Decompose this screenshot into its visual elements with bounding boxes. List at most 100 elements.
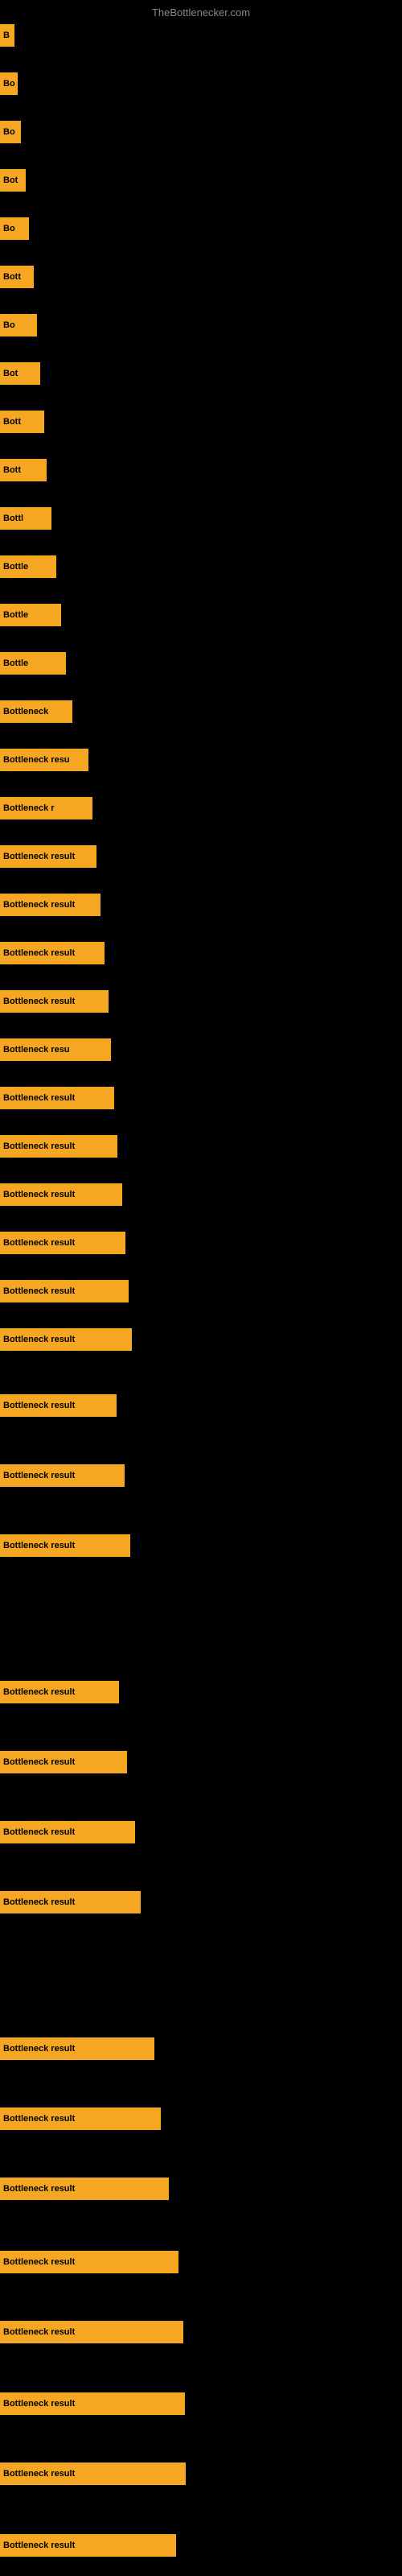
bar-item: Bo xyxy=(0,217,29,240)
bar-label: Bottleneck resu xyxy=(3,755,70,765)
bar-label: Bottle xyxy=(3,610,28,620)
bar-item: Bottleneck result xyxy=(0,1464,125,1487)
bar-item: Bottle xyxy=(0,555,56,578)
bar-label: Bo xyxy=(3,127,15,137)
bar-label: Bottleneck result xyxy=(3,2257,75,2267)
bar-label: Bo xyxy=(3,79,15,89)
bottleneck-bar[interactable]: Bottle xyxy=(0,604,61,626)
bar-item: Bott xyxy=(0,266,34,288)
bottleneck-bar[interactable]: Bottleneck result xyxy=(0,1681,119,1703)
bar-label: Bott xyxy=(3,417,21,427)
bar-item: Bottleneck resu xyxy=(0,749,88,771)
bottleneck-bar[interactable]: Bottleneck result xyxy=(0,1891,141,1913)
bar-label: Bottleneck result xyxy=(3,1190,75,1199)
bottleneck-bar[interactable]: Bottleneck result xyxy=(0,1087,114,1109)
bar-label: B xyxy=(3,31,10,40)
bottleneck-bar[interactable]: B xyxy=(0,24,14,47)
bar-item: Bottleneck r xyxy=(0,797,92,819)
bottleneck-bar[interactable]: Bottleneck result xyxy=(0,1751,127,1773)
bar-label: Bot xyxy=(3,175,18,185)
bar-item: Bottleneck resu xyxy=(0,1038,111,1061)
bar-label: Bottleneck result xyxy=(3,1093,75,1103)
bar-label: Bottleneck result xyxy=(3,1897,75,1907)
bar-label: Bottleneck result xyxy=(3,1286,75,1296)
bottleneck-bar[interactable]: Bottleneck result xyxy=(0,2037,154,2060)
bottleneck-bar[interactable]: Bottle xyxy=(0,555,56,578)
bar-item: Bo xyxy=(0,121,21,143)
bar-item: Bo xyxy=(0,72,18,95)
bottleneck-bar[interactable]: Bottleneck result xyxy=(0,2178,169,2200)
bar-item: Bottleneck result xyxy=(0,942,105,964)
bar-item: Bottleneck result xyxy=(0,1891,141,1913)
bottleneck-bar[interactable]: Bottleneck result xyxy=(0,990,109,1013)
bottleneck-bar[interactable]: Bot xyxy=(0,169,26,192)
bottleneck-bar[interactable]: Bottleneck r xyxy=(0,797,92,819)
bar-label: Bottleneck result xyxy=(3,1757,75,1767)
bottleneck-bar[interactable]: Bo xyxy=(0,121,21,143)
bottleneck-bar[interactable]: Bottleneck result xyxy=(0,1394,117,1417)
bottleneck-bar[interactable]: Bottleneck result xyxy=(0,1821,135,1843)
bar-item: Bottleneck result xyxy=(0,1534,130,1557)
bottleneck-bar[interactable]: Bottleneck result xyxy=(0,2251,178,2273)
bar-label: Bottle xyxy=(3,562,28,572)
bottleneck-bar[interactable]: Bottleneck result xyxy=(0,2107,161,2130)
bottleneck-bar[interactable]: Bottleneck result xyxy=(0,2321,183,2343)
bottleneck-bar[interactable]: Bottleneck result xyxy=(0,1464,125,1487)
bottleneck-bar[interactable]: Bottleneck result xyxy=(0,894,100,916)
bottleneck-bar[interactable]: Bott xyxy=(0,459,47,481)
bar-label: Bottleneck result xyxy=(3,2541,75,2550)
bar-item: Bottl xyxy=(0,507,51,530)
bottleneck-bar[interactable]: Bottleneck result xyxy=(0,845,96,868)
bottleneck-bar[interactable]: Bottleneck result xyxy=(0,2462,186,2485)
bar-item: Bott xyxy=(0,411,44,433)
bar-item: Bo xyxy=(0,314,37,336)
bar-item: Bot xyxy=(0,169,26,192)
bottleneck-bar[interactable]: Bo xyxy=(0,217,29,240)
bar-label: Bottleneck result xyxy=(3,2044,75,2054)
bar-item: Bot xyxy=(0,362,40,385)
bar-item: Bottleneck result xyxy=(0,2178,169,2200)
bar-item: Bottleneck result xyxy=(0,1183,122,1206)
bar-label: Bottleneck result xyxy=(3,2114,75,2124)
bottleneck-bar[interactable]: Bottleneck result xyxy=(0,1534,130,1557)
bar-label: Bottleneck result xyxy=(3,2469,75,2479)
bar-item: Bottleneck result xyxy=(0,1087,114,1109)
bar-item: Bottleneck result xyxy=(0,2107,161,2130)
bottleneck-bar[interactable]: Bottleneck result xyxy=(0,1232,125,1254)
bottleneck-bar[interactable]: Bottleneck xyxy=(0,700,72,723)
bottleneck-bar[interactable]: Bot xyxy=(0,362,40,385)
bottleneck-bar[interactable]: Bottleneck resu xyxy=(0,749,88,771)
bottleneck-bar[interactable]: Bottl xyxy=(0,507,51,530)
site-title: TheBottlenecker.com xyxy=(152,6,250,19)
bar-label: Bottleneck result xyxy=(3,1687,75,1697)
bar-label: Bottle xyxy=(3,658,28,668)
bottleneck-bar[interactable]: Bottle xyxy=(0,652,66,675)
bottleneck-bar[interactable]: Bottleneck result xyxy=(0,2392,185,2415)
bottleneck-bar[interactable]: Bottleneck result xyxy=(0,1280,129,1302)
bottleneck-bar[interactable]: Bottleneck result xyxy=(0,1135,117,1158)
bar-item: Bottleneck result xyxy=(0,1751,127,1773)
bar-label: Bottl xyxy=(3,514,23,523)
bottleneck-bar[interactable]: Bo xyxy=(0,72,18,95)
bottleneck-bar[interactable]: Bottleneck result xyxy=(0,1328,132,1351)
bar-label: Bottleneck result xyxy=(3,1401,75,1410)
bar-label: Bottleneck result xyxy=(3,948,75,958)
bottleneck-bar[interactable]: Bott xyxy=(0,411,44,433)
bar-item: Bottleneck result xyxy=(0,1280,129,1302)
bar-label: Bottleneck result xyxy=(3,900,75,910)
bottleneck-bar[interactable]: Bottleneck result xyxy=(0,1183,122,1206)
bar-label: Bottleneck r xyxy=(3,803,55,813)
bottleneck-bar[interactable]: Bott xyxy=(0,266,34,288)
bar-label: Bottleneck result xyxy=(3,2327,75,2337)
bar-item: Bottleneck result xyxy=(0,1135,117,1158)
bar-item: Bottleneck result xyxy=(0,2392,185,2415)
bottleneck-bar[interactable]: Bottleneck result xyxy=(0,942,105,964)
bar-label: Bottleneck result xyxy=(3,997,75,1006)
bottleneck-bar[interactable]: Bottleneck result xyxy=(0,2534,176,2557)
bar-label: Bottleneck result xyxy=(3,1827,75,1837)
bar-label: Bottleneck resu xyxy=(3,1045,70,1055)
bottleneck-bar[interactable]: Bottleneck resu xyxy=(0,1038,111,1061)
bar-label: Bottleneck result xyxy=(3,1541,75,1550)
bar-item: Bottleneck result xyxy=(0,1681,119,1703)
bottleneck-bar[interactable]: Bo xyxy=(0,314,37,336)
